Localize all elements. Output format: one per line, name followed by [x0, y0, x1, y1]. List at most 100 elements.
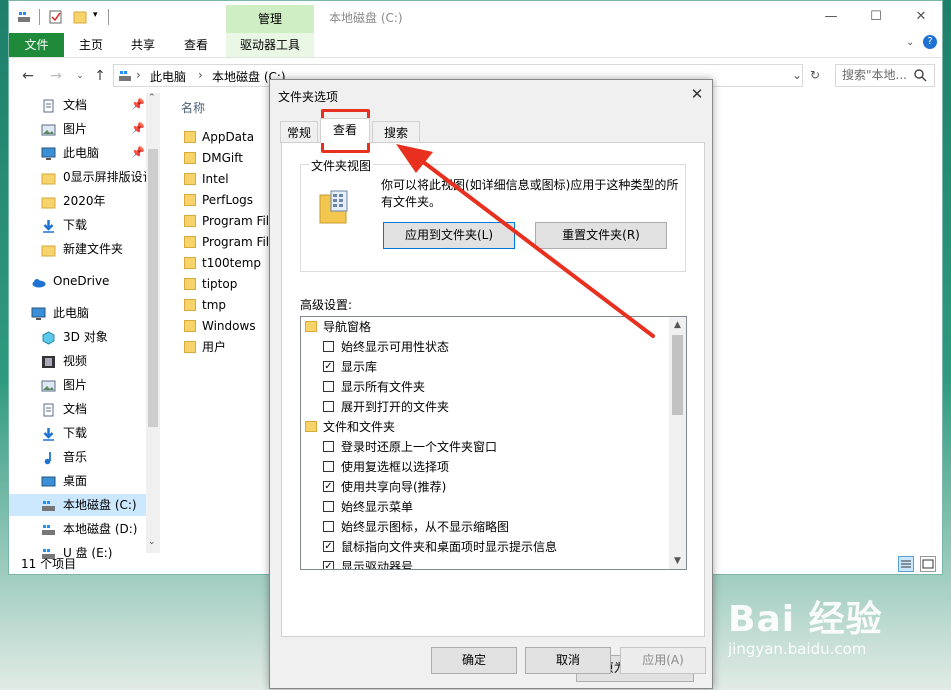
- scroll-up-icon[interactable]: ⌃: [148, 93, 156, 103]
- checkbox-label: 使用共享向导(推荐): [341, 480, 447, 494]
- tab-general[interactable]: 常规: [280, 121, 318, 143]
- dialog-title: 文件夹选项: [278, 90, 339, 104]
- expand-ribbon-icon[interactable]: ⌄: [906, 37, 914, 48]
- checkbox[interactable]: [323, 401, 334, 412]
- checkbox-label: 显示驱动器号: [341, 560, 414, 570]
- apply-button[interactable]: 应用(A): [620, 647, 706, 674]
- sidebar-item[interactable]: 此电脑: [9, 302, 147, 324]
- pin-icon[interactable]: 📌: [131, 94, 145, 116]
- file-name: PerfLogs: [202, 193, 254, 207]
- scroll-down-icon[interactable]: ⌄: [148, 537, 156, 547]
- pin-icon[interactable]: 📌: [131, 142, 145, 164]
- sidebar-item[interactable]: 此电脑 📌: [9, 142, 147, 164]
- sidebar-item-label: 本地磁盘 (D:): [63, 522, 138, 536]
- ok-button[interactable]: 确定: [431, 647, 517, 674]
- manage-context-tab[interactable]: 管理: [226, 5, 314, 33]
- tab-share[interactable]: 共享: [131, 33, 155, 57]
- checkbox[interactable]: [323, 461, 334, 472]
- back-icon[interactable]: ←: [19, 67, 37, 85]
- navigation-scroll-thumb[interactable]: [148, 149, 158, 427]
- checkbox-label: 始终显示菜单: [341, 500, 414, 514]
- sidebar-item-label: 3D 对象: [63, 330, 108, 344]
- tab-drive-tools[interactable]: 驱动器工具: [226, 33, 314, 57]
- sidebar-item[interactable]: 本地磁盘 (D:): [9, 518, 147, 540]
- sidebar-item-label: OneDrive: [53, 274, 110, 288]
- sidebar-item[interactable]: 文档 📌: [9, 94, 147, 116]
- video-icon: [41, 354, 56, 368]
- sidebar-item[interactable]: 3D 对象: [9, 326, 147, 348]
- maximize-icon[interactable]: ☐: [866, 7, 886, 27]
- folder-icon: [305, 321, 317, 332]
- scroll-up-icon[interactable]: ▲: [672, 318, 683, 332]
- file-name: AppData: [202, 130, 255, 144]
- checkbox[interactable]: ✓: [323, 361, 334, 372]
- quick-access-dropdown-icon[interactable]: ▾: [93, 10, 107, 24]
- folder-icon: [41, 170, 56, 185]
- title-bar: ▾ 管理 本地磁盘 (C:) — ☐ ✕: [9, 1, 942, 33]
- tab-view-options[interactable]: 查看: [320, 118, 370, 143]
- new-folder-quick-icon[interactable]: [73, 10, 87, 24]
- refresh-icon[interactable]: ↻: [807, 64, 823, 87]
- sidebar-item[interactable]: 桌面: [9, 470, 147, 492]
- drive-quick-icon[interactable]: [17, 10, 31, 24]
- checkbox[interactable]: ✓: [323, 561, 334, 569]
- sidebar-item-label: 0显示屏排版设计: [63, 170, 147, 184]
- forward-icon[interactable]: →: [47, 67, 65, 85]
- checkbox[interactable]: ✓: [323, 541, 334, 552]
- checkbox[interactable]: [323, 501, 334, 512]
- sidebar-item[interactable]: 本地磁盘 (C:): [9, 494, 147, 516]
- details-view-icon[interactable]: [898, 556, 914, 572]
- sidebar-item[interactable]: 图片 📌: [9, 118, 147, 140]
- view-tab-panel: 文件夹视图 你可以将此视图(如详细信息或图标)应用于这种类型的所有文件夹。 应用…: [281, 142, 705, 682]
- checkbox-label: 显示所有文件夹: [341, 380, 426, 394]
- file-tab[interactable]: 文件: [9, 33, 64, 57]
- ribbon: 文件 主页 共享 查看 驱动器工具 ⌄ ?: [9, 33, 942, 58]
- close-icon[interactable]: ✕: [911, 7, 931, 27]
- advanced-settings-list[interactable]: ▲ ▼ 导航窗格 始终显示可用性状态 ✓ 显示库 显示所有文件夹 展开到打开的文件夹 文件和…: [300, 316, 687, 570]
- picture-icon: [41, 378, 56, 392]
- drive-address-icon: [118, 69, 132, 85]
- minimize-icon[interactable]: —: [821, 7, 841, 27]
- advanced-list-scroll-thumb[interactable]: [672, 335, 683, 415]
- help-icon[interactable]: ?: [923, 35, 937, 49]
- sidebar-item[interactable]: 文档: [9, 398, 147, 420]
- watermark-sub: jingyan.baidu.com: [728, 640, 867, 658]
- tab-home[interactable]: 主页: [79, 33, 103, 57]
- checkbox[interactable]: [323, 341, 334, 352]
- sidebar-item[interactable]: 视频: [9, 350, 147, 372]
- checkbox[interactable]: [323, 381, 334, 392]
- reset-folders-button[interactable]: 重置文件夹(R): [535, 222, 667, 249]
- checkbox-label: 始终显示可用性状态: [341, 340, 450, 354]
- sidebar-item[interactable]: 0显示屏排版设计: [9, 166, 147, 188]
- sidebar-item[interactable]: 下载: [9, 422, 147, 444]
- checkbox[interactable]: ✓: [323, 481, 334, 492]
- up-icon[interactable]: ↑: [91, 67, 109, 85]
- folder-views-group: 文件夹视图 你可以将此视图(如详细信息或图标)应用于这种类型的所有文件夹。 应用…: [300, 157, 686, 272]
- checkbox[interactable]: [323, 441, 334, 452]
- sidebar-item[interactable]: 下载: [9, 214, 147, 236]
- dialog-close-icon[interactable]: ✕: [688, 85, 706, 103]
- address-dropdown-icon[interactable]: ⌄: [790, 64, 804, 87]
- breadcrumb-this-pc[interactable]: 此电脑: [150, 68, 186, 85]
- properties-quick-icon[interactable]: [49, 10, 63, 24]
- sidebar-item[interactable]: 音乐: [9, 446, 147, 468]
- sidebar-item-label: 新建文件夹: [63, 242, 124, 256]
- sidebar-item[interactable]: 图片: [9, 374, 147, 396]
- column-header-name[interactable]: 名称: [181, 99, 205, 116]
- sidebar-item-label: 音乐: [63, 450, 88, 464]
- large-icons-view-icon[interactable]: [920, 556, 936, 572]
- cancel-button[interactable]: 取消: [525, 647, 611, 674]
- scroll-down-icon[interactable]: ▼: [672, 554, 683, 568]
- tab-search[interactable]: 搜索: [372, 121, 420, 143]
- sidebar-item[interactable]: OneDrive: [9, 270, 147, 292]
- checkbox[interactable]: [323, 521, 334, 532]
- folder-icon: [184, 152, 196, 164]
- recent-locations-icon[interactable]: ⌄: [71, 67, 89, 85]
- sidebar-item[interactable]: 新建文件夹: [9, 238, 147, 260]
- apply-to-folders-button[interactable]: 应用到文件夹(L): [383, 222, 515, 249]
- folder-icon: [184, 194, 196, 206]
- sidebar-item[interactable]: 2020年: [9, 190, 147, 212]
- tab-view[interactable]: 查看: [184, 33, 208, 57]
- breadcrumb-sep: ›: [136, 68, 141, 82]
- pin-icon[interactable]: 📌: [131, 118, 145, 140]
